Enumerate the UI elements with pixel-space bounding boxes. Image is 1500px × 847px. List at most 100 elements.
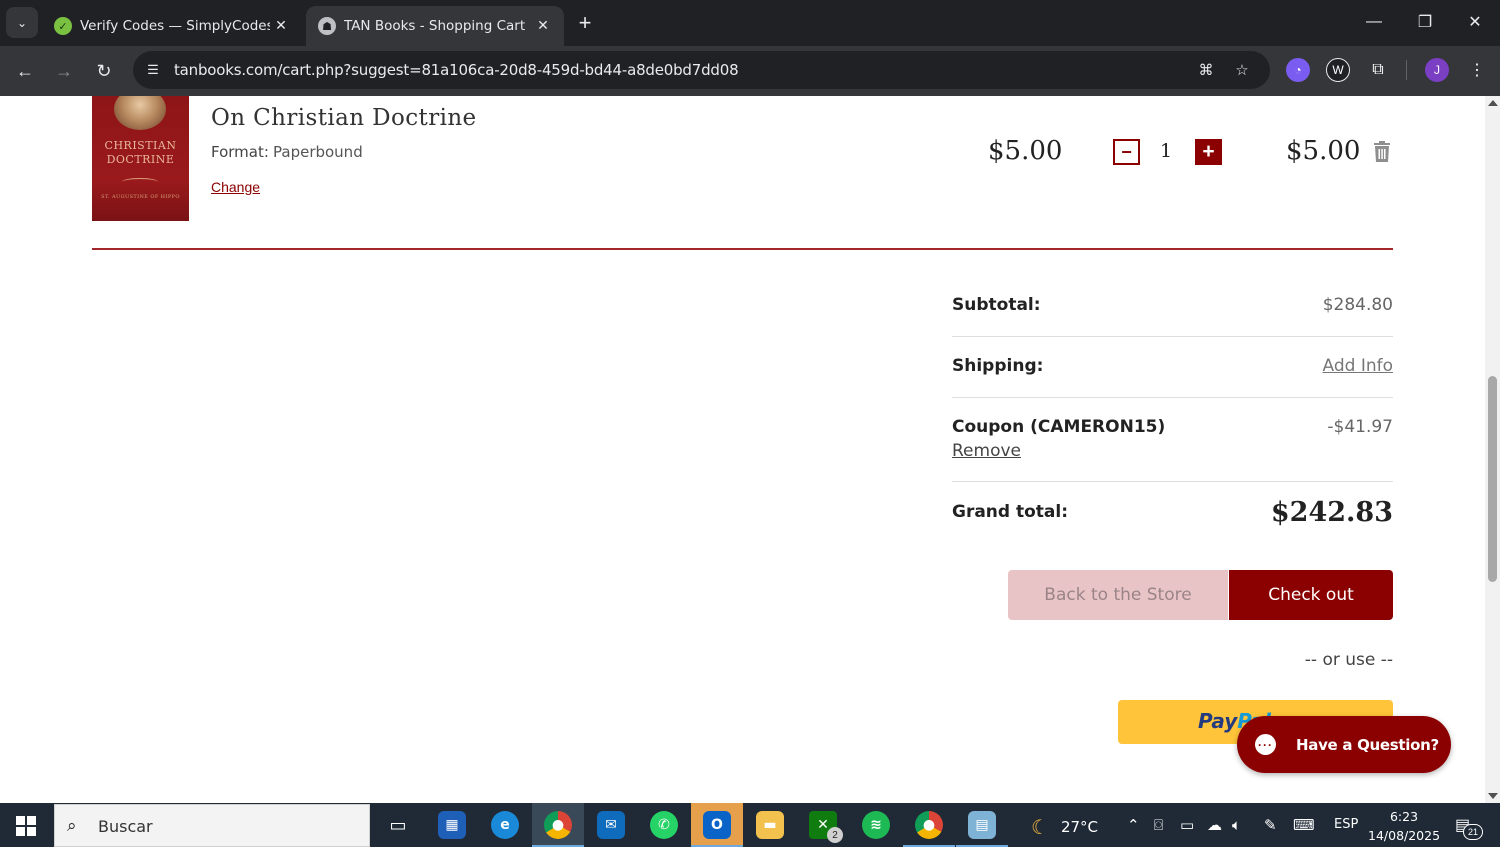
shipping-label: Shipping:	[952, 356, 1044, 376]
extension-w-icon[interactable]: W	[1326, 58, 1350, 82]
bookmark-star-icon[interactable]: ☆	[1231, 59, 1253, 81]
pen-icon[interactable]: ✎	[1264, 816, 1277, 834]
unit-price: $5.00	[988, 136, 1063, 166]
chat-bubble-icon: ···	[1255, 734, 1276, 755]
coupon-label: Coupon (CAMERON15)	[952, 417, 1166, 437]
xbox-badge: 2	[827, 827, 843, 843]
trash-icon[interactable]	[1373, 141, 1391, 163]
toolbar-divider	[1406, 60, 1407, 80]
shipping-row: Shipping: Add Info	[952, 337, 1393, 398]
cover-title: CHRISTIAN DOCTRINE	[104, 139, 177, 166]
task-view-icon[interactable]: ▭	[372, 803, 424, 847]
quantity-value[interactable]: 1	[1156, 140, 1176, 162]
browser-tab-bar: ⌄ ✓ Verify Codes — SimplyCodes ✕ ☗ TAN B…	[0, 0, 1500, 46]
change-format-link[interactable]: Change	[211, 179, 260, 195]
line-total: $5.00	[1286, 136, 1361, 166]
back-to-store-button[interactable]: Back to the Store	[1008, 570, 1228, 620]
close-icon[interactable]: ✕	[270, 15, 292, 37]
cart-page: CHRISTIAN DOCTRINE ST. AUGUSTINE OF HIPP…	[0, 96, 1485, 803]
menu-kebab-icon[interactable]: ⋮	[1465, 58, 1489, 82]
notification-count: 21	[1463, 824, 1483, 840]
search-icon: ⌕	[67, 816, 77, 835]
checkout-button[interactable]: Check out	[1229, 570, 1393, 620]
site-info-icon[interactable]: ☰	[143, 60, 163, 80]
subtotal-row: Subtotal: $284.80	[952, 280, 1393, 337]
address-bar[interactable]: ☰ tanbooks.com/cart.php?suggest=81a106ca…	[133, 51, 1270, 89]
xbox-icon[interactable]: ✕ 2	[797, 803, 849, 847]
keyboard-icon[interactable]: ⌨	[1293, 816, 1315, 834]
moon-icon: ☾	[1031, 815, 1049, 839]
coupon-discount-value: -$41.97	[1327, 417, 1393, 437]
language-indicator[interactable]: ESP	[1334, 817, 1358, 832]
restore-button[interactable]: ❐	[1405, 8, 1445, 36]
meet-icon[interactable]: ⌼	[1154, 816, 1163, 834]
profile-avatar[interactable]: J	[1425, 58, 1449, 82]
book-cover-image[interactable]: CHRISTIAN DOCTRINE ST. AUGUSTINE OF HIPP…	[92, 96, 189, 221]
onedrive-cloud-icon[interactable]: ☁	[1207, 816, 1222, 834]
translate-icon[interactable]: ⌘	[1195, 59, 1217, 81]
tab-tan-books[interactable]: ☗ TAN Books - Shopping Cart ✕	[306, 6, 564, 46]
tab-simplycodes[interactable]: ✓ Verify Codes — SimplyCodes ✕	[40, 6, 302, 46]
simplycodes-favicon-icon: ✓	[54, 17, 72, 35]
product-title[interactable]: On Christian Doctrine	[211, 105, 477, 131]
scroll-up-arrow-icon[interactable]	[1488, 100, 1498, 106]
tab-search-button[interactable]: ⌄	[6, 7, 38, 38]
search-placeholder: Buscar	[98, 817, 153, 836]
close-icon[interactable]: ✕	[532, 15, 554, 37]
or-use-label: -- or use --	[1304, 650, 1393, 670]
grand-total-label: Grand total:	[952, 502, 1069, 522]
chrome-profile-p-icon[interactable]: ●	[903, 803, 955, 847]
format-label: Format:	[211, 143, 269, 161]
whatsapp-icon[interactable]: ✆	[638, 803, 690, 847]
reload-icon[interactable]: ↻	[89, 56, 119, 86]
cart-divider	[92, 248, 1393, 250]
network-icon[interactable]: ▭	[1180, 816, 1194, 834]
remove-coupon-link[interactable]: Remove	[952, 441, 1021, 461]
close-window-button[interactable]: ✕	[1455, 8, 1495, 36]
clock-date: 14/08/2025	[1368, 828, 1441, 843]
file-explorer-icon[interactable]: ▬	[744, 803, 796, 847]
chrome-profile-j-icon[interactable]: ●	[532, 803, 584, 847]
volume-icon[interactable]: 🔈︎	[1232, 816, 1241, 834]
tab-title: Verify Codes — SimplyCodes	[80, 18, 270, 34]
scroll-down-arrow-icon[interactable]	[1488, 793, 1498, 799]
coupon-row: Coupon (CAMERON15) -$41.97 Remove	[952, 398, 1393, 482]
cover-author: ST. AUGUSTINE OF HIPPO	[101, 194, 180, 200]
taskbar-search-input[interactable]: ⌕ Buscar	[54, 804, 370, 847]
subtotal-label: Subtotal:	[952, 295, 1041, 315]
chat-widget-button[interactable]: ··· Have a Question?	[1237, 716, 1451, 773]
new-tab-button[interactable]: +	[572, 10, 598, 36]
page-scrollbar[interactable]	[1485, 96, 1500, 803]
format-value: Paperbound	[273, 143, 363, 161]
edge-icon[interactable]: e	[479, 803, 531, 847]
clock-time: 6:23	[1389, 809, 1419, 824]
windows-taskbar: ⌕ Buscar ▭ ▦ e ● ✉ ✆ O ▬ ✕ 2 ≋ ● ▤ ☾ 27°C…	[0, 803, 1500, 847]
grand-total-value: $242.83	[1270, 497, 1393, 528]
browser-toolbar: ← → ↻ ☰ tanbooks.com/cart.php?suggest=81…	[0, 46, 1500, 96]
scrollbar-thumb[interactable]	[1488, 376, 1497, 582]
tab-title: TAN Books - Shopping Cart	[344, 18, 526, 34]
minimize-button[interactable]: —	[1354, 8, 1394, 36]
quantity-increase-button[interactable]: +	[1195, 139, 1222, 165]
clock[interactable]: 6:23 14/08/2025	[1368, 807, 1440, 845]
paypal-pay-text: Pay	[1198, 709, 1238, 733]
quantity-decrease-button[interactable]: −	[1113, 139, 1140, 165]
cover-portrait	[114, 96, 166, 130]
outlook-icon[interactable]: O	[691, 803, 743, 847]
microsoft-store-icon[interactable]: ▦	[426, 803, 478, 847]
url-text[interactable]: tanbooks.com/cart.php?suggest=81a106ca-2…	[174, 61, 739, 79]
forward-arrow-icon[interactable]: →	[49, 56, 79, 86]
mail-icon[interactable]: ✉	[585, 803, 637, 847]
extension-purple-icon[interactable]: ◔	[1286, 58, 1310, 82]
subtotal-value: $284.80	[1322, 295, 1393, 315]
cover-ornament	[122, 178, 158, 186]
chat-label: Have a Question?	[1296, 735, 1439, 754]
weather-widget[interactable]: ☾ 27°C	[1031, 815, 1098, 839]
notepad-icon[interactable]: ▤	[956, 803, 1008, 847]
extensions-puzzle-icon[interactable]: ⧉	[1366, 58, 1390, 82]
spotify-icon[interactable]: ≋	[850, 803, 902, 847]
chevron-up-icon[interactable]: ⌃	[1127, 816, 1140, 834]
back-arrow-icon[interactable]: ←	[10, 56, 40, 86]
windows-start-icon[interactable]	[16, 816, 36, 836]
add-shipping-info-link[interactable]: Add Info	[1323, 356, 1394, 376]
